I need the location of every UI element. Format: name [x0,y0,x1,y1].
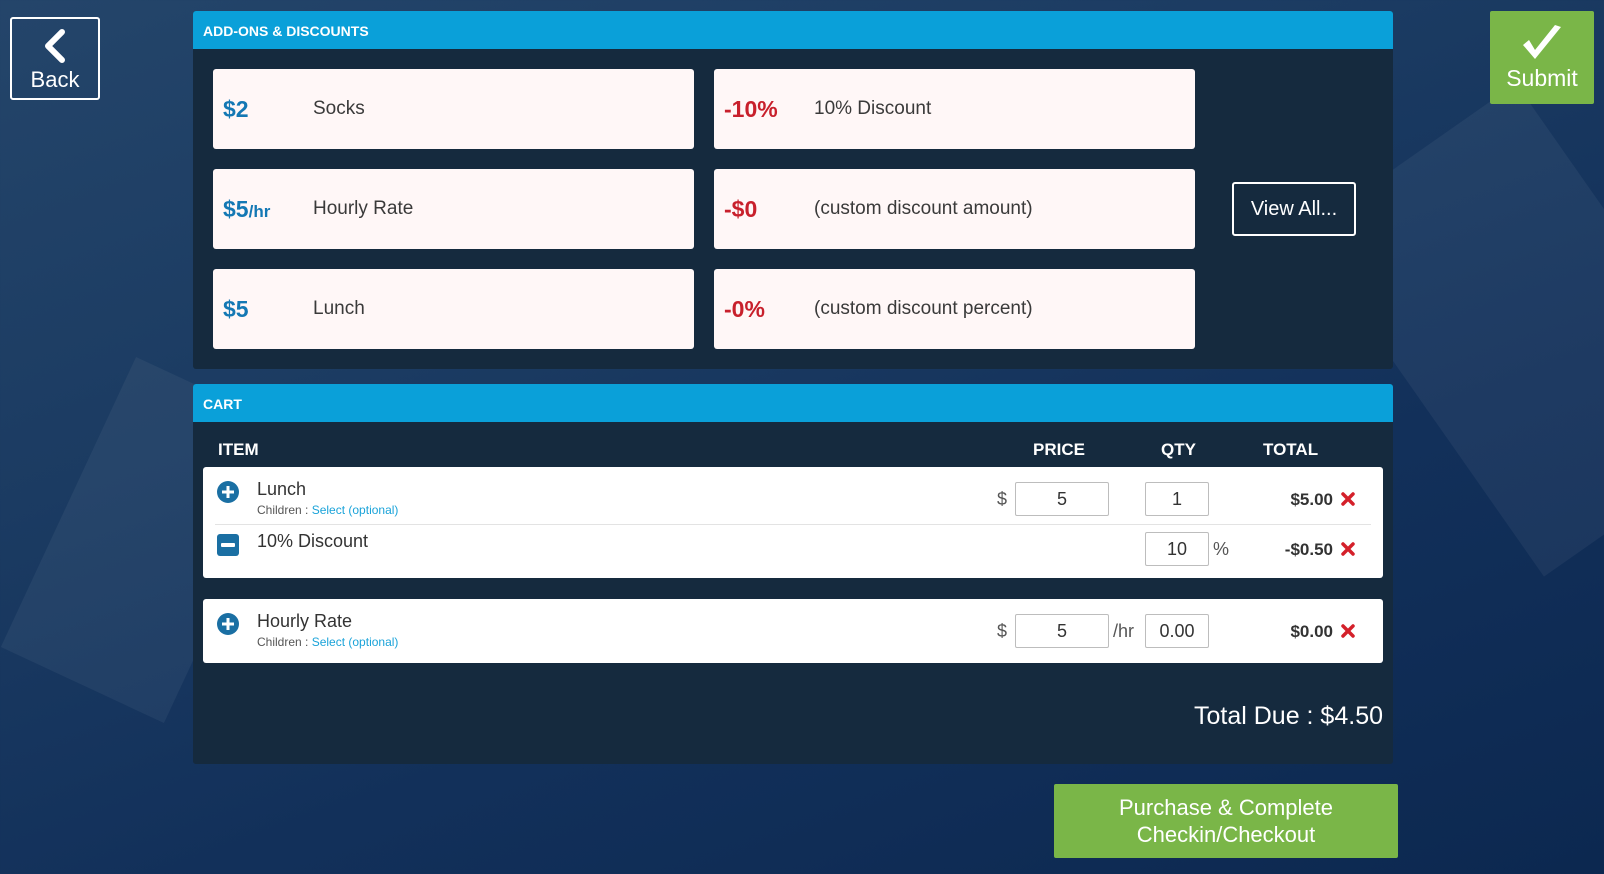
back-button[interactable]: Back [10,17,100,100]
cart-row-lunch: Lunch Children : Select (optional) $ $5.… [203,467,1383,524]
back-label: Back [30,67,80,92]
discount-tile-custom-percent[interactable]: -0% (custom discount percent) [714,269,1195,349]
chevron-left-icon [45,29,65,63]
cart-row-discount: 10% Discount % -$0.50 [203,525,1383,578]
addon-price: $5 [223,295,249,322]
discount-price: -10% [724,95,778,122]
row-total: $5.00 [1290,490,1333,509]
addon-tile-lunch[interactable]: $5 Lunch [213,269,694,349]
children-select-link[interactable]: Select (optional) [312,503,399,517]
purchase-label-line2: Checkin/Checkout [1136,822,1316,847]
checkmark-icon [1523,25,1561,59]
addon-price: $5/hr [223,195,271,222]
column-total: TOTAL [1263,440,1319,459]
discount-price: -$0 [724,195,758,222]
cart-row-hourly-rate: Hourly Rate Children : Select (optional)… [203,599,1383,663]
column-qty: QTY [1161,440,1196,459]
submit-label: Submit [1506,65,1578,91]
item-name: 10% Discount [257,531,369,551]
price-input[interactable] [1015,614,1109,648]
minus-square-icon[interactable] [217,534,239,556]
children-select-link[interactable]: Select (optional) [312,635,399,649]
children-field: Children : Select (optional) [257,503,399,517]
currency-symbol: $ [997,489,1008,509]
addons-header: ADD-ONS & DISCOUNTS [193,11,1393,49]
addon-name: Lunch [313,298,365,319]
column-item: ITEM [218,440,259,459]
row-total: $0.00 [1290,622,1333,641]
cart-group: Hourly Rate Children : Select (optional)… [203,599,1383,663]
remove-icon[interactable] [1340,541,1356,557]
view-all-button[interactable]: View All... [1232,182,1356,236]
unit-label: /hr [1113,621,1135,641]
row-total: -$0.50 [1284,540,1333,559]
cart-panel: CART ITEM PRICE QTY TOTAL Lunch Children… [193,384,1393,764]
addon-name: Hourly Rate [313,198,414,219]
item-name: Hourly Rate [257,611,353,631]
total-due: Total Due : $4.50 [1193,702,1383,730]
addons-panel: ADD-ONS & DISCOUNTS $2 Socks $5/hr Hourl… [193,11,1393,369]
percent-sign: % [1213,539,1230,559]
children-field: Children : Select (optional) [257,635,399,649]
discount-name: 10% Discount [814,98,932,119]
cart-header: CART [193,384,1393,422]
qty-input[interactable] [1145,614,1209,648]
remove-icon[interactable] [1340,491,1356,507]
column-price: PRICE [1033,440,1085,459]
discount-name: (custom discount amount) [814,198,1033,219]
cart-group: Lunch Children : Select (optional) $ $5.… [203,467,1383,578]
percent-input[interactable] [1145,532,1209,566]
submit-button[interactable]: Submit [1490,11,1594,104]
item-name: Lunch [257,479,307,499]
discount-price: -0% [724,295,765,322]
addon-tile-hourly-rate[interactable]: $5/hr Hourly Rate [213,169,694,249]
discount-tile-custom-amount[interactable]: -$0 (custom discount amount) [714,169,1195,249]
discount-tile-10-percent[interactable]: -10% 10% Discount [714,69,1195,149]
purchase-complete-button[interactable]: Purchase & Complete Checkin/Checkout [1054,784,1398,858]
qty-input[interactable] [1145,482,1209,516]
currency-symbol: $ [997,621,1008,641]
remove-icon[interactable] [1340,623,1356,639]
price-input[interactable] [1015,482,1109,516]
addon-tile-socks[interactable]: $2 Socks [213,69,694,149]
purchase-label-line1: Purchase & Complete [1119,795,1333,820]
plus-circle-icon[interactable] [217,481,239,503]
plus-circle-icon[interactable] [217,613,239,635]
addon-name: Socks [313,98,365,119]
discount-name: (custom discount percent) [814,298,1033,319]
addon-price: $2 [223,95,249,122]
